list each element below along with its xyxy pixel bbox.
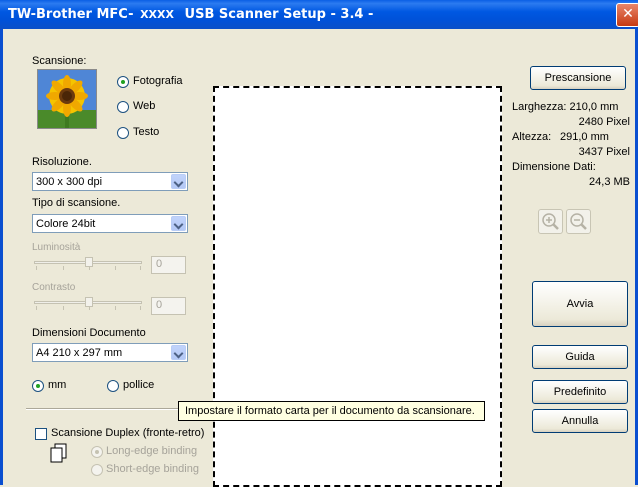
unit-inch-label: pollice: [123, 379, 155, 391]
long-edge-label: Long-edge binding: [106, 445, 198, 457]
resolution-select[interactable]: 300 x 300 dpi: [32, 172, 188, 191]
help-button[interactable]: Guida: [532, 345, 628, 369]
scan-label: Scansione:: [32, 55, 87, 67]
doc-size-select[interactable]: A4 210 x 297 mm: [32, 343, 188, 362]
title-rest: USB Scanner Setup - 3.4 -: [184, 7, 374, 22]
height-mm: 291,0 mm: [560, 131, 609, 143]
scan-web-label: Web: [133, 100, 156, 112]
duplex-document-icon: [49, 443, 69, 465]
tooltip: Impostare il formato carta per il docume…: [178, 401, 485, 421]
scan-type-select[interactable]: Colore 24bit: [32, 214, 188, 233]
scan-text-radio[interactable]: [117, 127, 129, 139]
title-model: XXXX: [140, 8, 175, 21]
long-edge-radio[interactable]: [91, 446, 103, 458]
unit-mm-label: mm: [48, 379, 67, 391]
slider-tick: [63, 266, 64, 270]
resolution-label: Risoluzione.: [32, 156, 92, 168]
sunflower-photo-icon: [37, 69, 97, 129]
chevron-down-icon[interactable]: [171, 345, 186, 360]
width-pixels: 2480 Pixel: [578, 116, 630, 128]
brightness-slider-thumb[interactable]: [85, 257, 93, 267]
slider-tick: [140, 266, 141, 270]
duplex-checkbox[interactable]: [35, 428, 47, 440]
default-button[interactable]: Predefinito: [532, 380, 628, 404]
data-size-value: 24,3 MB: [589, 176, 630, 188]
cancel-button[interactable]: Annulla: [532, 409, 628, 433]
height-pixels: 3437 Pixel: [578, 146, 630, 158]
contrast-value-field[interactable]: 0: [151, 297, 186, 315]
divider: [26, 408, 192, 410]
slider-tick: [115, 306, 116, 310]
scan-type-value: Colore 24bit: [36, 218, 96, 230]
zoom-out-icon: [570, 213, 587, 230]
prescan-button[interactable]: Prescansione: [530, 66, 626, 90]
short-edge-label: Short-edge binding: [106, 463, 199, 475]
contrast-label: Contrasto: [32, 282, 76, 293]
close-button[interactable]: ✕: [616, 3, 638, 27]
zoom-in-icon: [542, 213, 559, 230]
title-bar: TW-Brother MFC- XXXX USB Scanner Setup -…: [0, 0, 638, 29]
scan-type-label: Tipo di scansione.: [32, 197, 121, 209]
window-title: TW-Brother MFC- XXXX USB Scanner Setup -…: [8, 7, 373, 22]
scan-photo-label: Fotografia: [133, 75, 183, 87]
scan-photo-radio[interactable]: [117, 76, 129, 88]
zoom-in-button[interactable]: [538, 209, 563, 234]
doc-size-value: A4 210 x 297 mm: [36, 347, 123, 359]
doc-size-label: Dimensioni Documento: [32, 327, 146, 339]
scan-text-label: Testo: [133, 126, 160, 138]
chevron-down-icon[interactable]: [171, 216, 186, 231]
unit-inch-radio[interactable]: [107, 380, 119, 392]
height-label: Altezza:: [512, 131, 552, 143]
width-label: Larghezza: 210,0 mm: [512, 101, 619, 113]
zoom-out-button[interactable]: [566, 209, 591, 234]
title-prefix: TW-Brother MFC-: [8, 7, 134, 22]
slider-tick: [115, 266, 116, 270]
slider-tick: [36, 306, 37, 310]
short-edge-radio[interactable]: [91, 464, 103, 476]
duplex-label: Scansione Duplex (fronte-retro): [51, 427, 205, 439]
scan-web-radio[interactable]: [117, 101, 129, 113]
dialog-body: Scansione: Fotografia Web Testo Risoluzi…: [0, 29, 638, 487]
chevron-down-icon[interactable]: [171, 174, 186, 189]
slider-tick: [140, 306, 141, 310]
preview-area[interactable]: [213, 86, 502, 487]
brightness-value-field[interactable]: 0: [151, 256, 186, 274]
contrast-slider-thumb[interactable]: [85, 297, 93, 307]
resolution-value: 300 x 300 dpi: [36, 176, 103, 188]
start-button[interactable]: Avvia: [532, 281, 628, 327]
close-icon: ✕: [622, 6, 634, 22]
brightness-label: Luminosità: [32, 242, 81, 253]
unit-mm-radio[interactable]: [32, 380, 44, 392]
data-size-label: Dimensione Dati:: [512, 161, 596, 173]
slider-tick: [36, 266, 37, 270]
slider-tick: [63, 306, 64, 310]
